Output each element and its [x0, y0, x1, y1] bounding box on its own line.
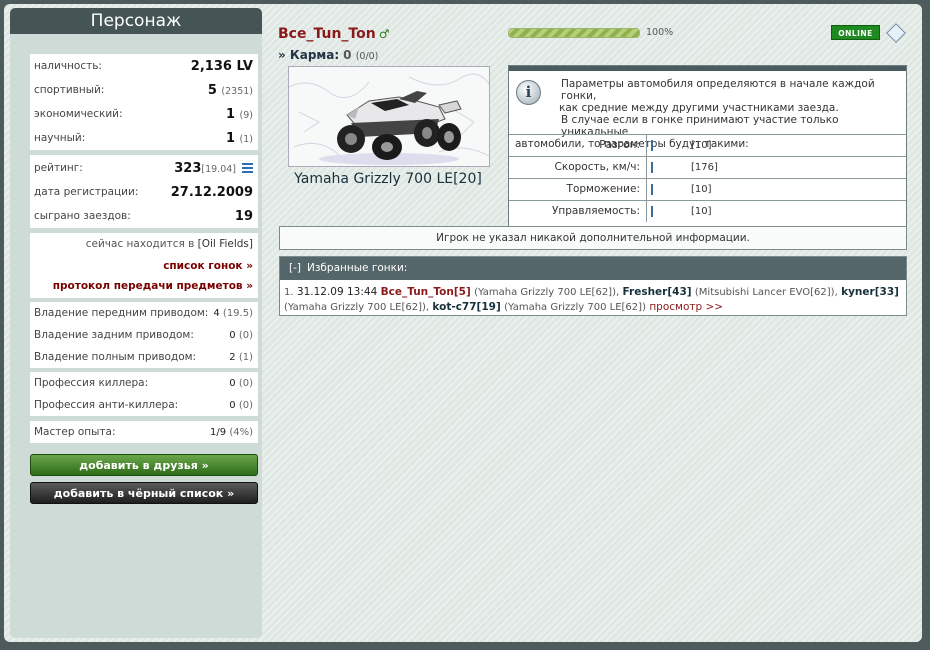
- stat-science: научный: 1 (1): [34, 130, 253, 146]
- player-link[interactable]: kyner[33]: [841, 286, 899, 298]
- player-link[interactable]: Bce_Tun_Ton[5]: [381, 286, 471, 298]
- stat-economic: экономический: 1 (9): [34, 106, 253, 122]
- master-block: Мастер опыта: 1/9 (4%): [30, 421, 258, 443]
- param-bar: [651, 206, 653, 217]
- races-played-row: сыграно заездов: 19: [34, 208, 253, 224]
- vehicle-params-panel: i Параметры автомобиля определяются в на…: [508, 65, 907, 229]
- drive-block: Владение передним приводом: 4 (19.5) Вла…: [30, 302, 258, 368]
- drive-all-row: Владение полным приводом: 2 (1): [34, 351, 253, 363]
- view-race-link[interactable]: просмотр >>: [649, 301, 723, 313]
- param-bar: [651, 184, 653, 195]
- stat-cash: наличность: 2,136 LV: [34, 58, 253, 74]
- player-nick: Bce_Tun_Ton ♂: [278, 26, 390, 42]
- params-info: i Параметры автомобиля определяются в на…: [515, 78, 875, 150]
- param-row-handling: Управляемость: [10]: [509, 200, 906, 222]
- vehicle-photo: [288, 66, 490, 167]
- rating-stats-icon[interactable]: [242, 163, 253, 173]
- registration-row: дата регистрации: 27.12.2009: [34, 184, 253, 200]
- profession-block: Профессия киллера: 0 (0) Профессия анти-…: [30, 372, 258, 416]
- location-block: сейчас находится в [Oil Fields] список г…: [30, 233, 258, 298]
- location-text: сейчас находится в [Oil Fields]: [85, 238, 253, 250]
- panel-title: Персонаж: [10, 8, 262, 34]
- online-status-badge: ONLINE: [831, 25, 880, 40]
- param-row-acceleration: Разгон: [10]: [509, 134, 906, 156]
- add-blacklist-button[interactable]: добавить в чёрный список »: [30, 482, 258, 504]
- stat-sport: спортивный: 5 (2351): [34, 82, 253, 98]
- rating-row: рейтинг: 323[19.04]: [30, 157, 258, 179]
- drive-front-row: Владение передним приводом: 4 (19.5): [34, 307, 253, 319]
- profession-killer-row: Профессия киллера: 0 (0): [34, 377, 253, 389]
- collapse-toggle[interactable]: [-]: [289, 262, 301, 274]
- no-additional-info: Игрок не указал никакой дополнительной и…: [279, 226, 907, 250]
- param-bar: [651, 140, 653, 151]
- atv-image: [289, 67, 489, 166]
- male-gender-icon: ♂: [378, 27, 390, 41]
- params-table: Разгон: [10] Скорость, км/ч: [176] Тормо…: [509, 134, 906, 222]
- add-friend-button[interactable]: добавить в друзья »: [30, 454, 258, 476]
- stat-value: 5 (2351): [207, 82, 253, 98]
- profile-area: Bce_Tun_Ton ♂ » Карма: 0 (0/0) 100% ONLINE: [270, 8, 910, 636]
- diamond-icon[interactable]: [886, 23, 906, 43]
- stat-value: 1 (1): [225, 130, 253, 146]
- stat-value: 1 (9): [225, 106, 253, 122]
- player-link[interactable]: kot-c77[19]: [432, 301, 500, 313]
- progress-percent: 100%: [646, 27, 674, 38]
- drive-rear-row: Владение задним приводом: 0 (0): [34, 329, 253, 341]
- favorite-races-panel: [-] Избранные гонки: 1. 31.12.09 13:44 Bc…: [279, 256, 907, 316]
- info-icon: i: [516, 80, 541, 105]
- profession-antikiller-row: Профессия анти-киллера: 0 (0): [34, 399, 253, 411]
- transfer-protocol-link[interactable]: протокол передачи предметов »: [48, 280, 258, 292]
- stat-value: 2,136 LV: [190, 58, 253, 74]
- param-bar: [651, 162, 653, 173]
- player-link[interactable]: Fresher[43]: [623, 286, 692, 298]
- vehicle-title: Yamaha Grizzly 700 LE[20]: [294, 171, 482, 187]
- rating-block: рейтинг: 323[19.04] дата регистрации: 27…: [30, 155, 258, 228]
- races-list-link[interactable]: список гонок »: [158, 260, 258, 272]
- favorite-races-header: [-] Избранные гонки:: [280, 257, 906, 280]
- master-row: Мастер опыта: 1/9 (4%): [34, 426, 253, 438]
- character-panel: Персонаж наличность: 2,136 LV спортивный…: [10, 8, 262, 638]
- stats-block: наличность: 2,136 LV спортивный: 5 (2351…: [30, 54, 258, 150]
- param-row-speed: Скорость, км/ч: [176]: [509, 156, 906, 178]
- favorite-race-entry: 1. 31.12.09 13:44 Bce_Tun_Ton[5] (Yamaha…: [284, 286, 899, 313]
- karma: » Карма: 0 (0/0): [278, 48, 379, 62]
- param-row-braking: Торможение: [10]: [509, 178, 906, 200]
- location-link[interactable]: [Oil Fields]: [198, 238, 253, 250]
- experience-progress-bar: [508, 28, 640, 38]
